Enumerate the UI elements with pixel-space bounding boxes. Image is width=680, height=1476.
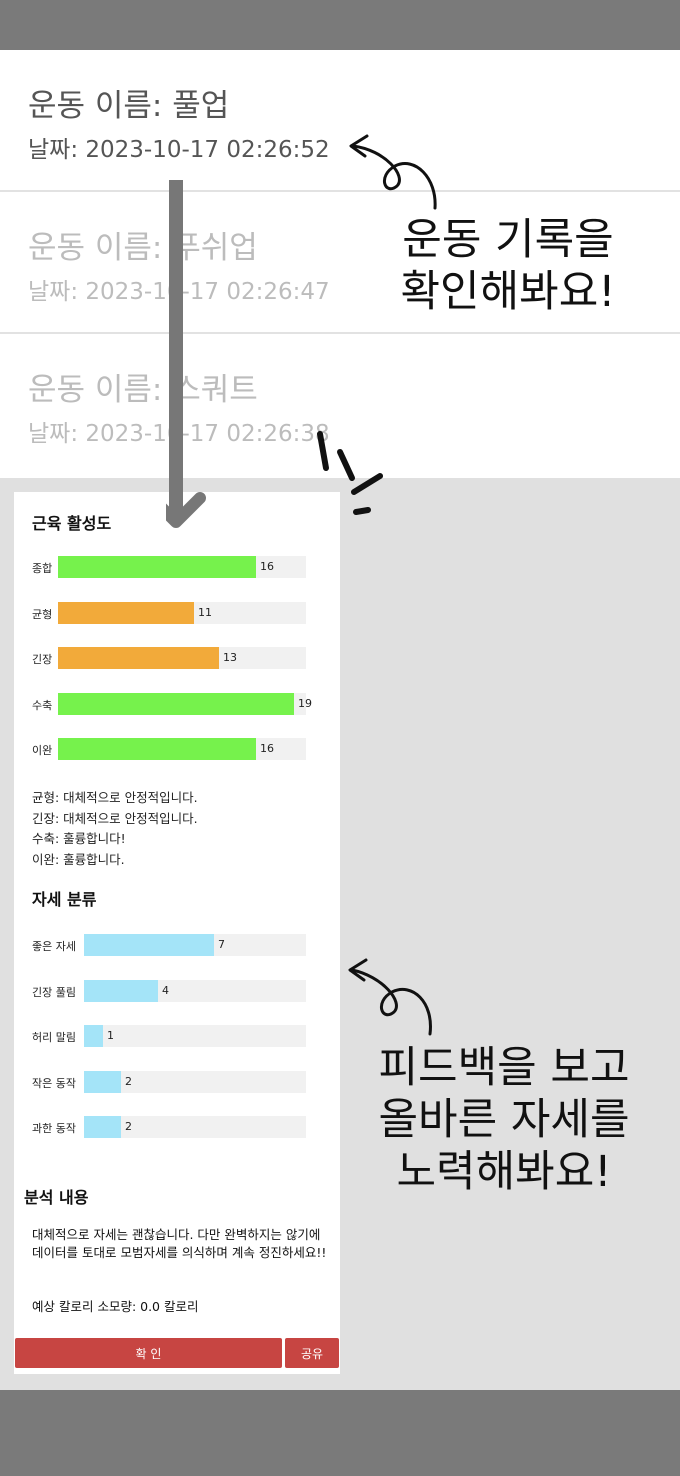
bar-fill	[58, 601, 194, 624]
bar-track	[84, 979, 306, 1002]
muscle-bar-row: 종합 16	[32, 556, 332, 578]
calorie-estimate: 예상 칼로리 소모량: 0.0 칼로리	[32, 1299, 199, 1314]
bar-fill	[84, 979, 158, 1002]
bar-track	[58, 601, 306, 624]
bar-value: 2	[125, 1074, 132, 1088]
bar-label: 균형	[32, 607, 53, 621]
bar-fill	[84, 1070, 121, 1093]
bar-fill	[84, 1116, 121, 1138]
analysis-title: 분석 내용	[24, 1188, 89, 1207]
bar-label: 허리 말림	[32, 1031, 76, 1044]
posture-bar-row: 허리 말림 1	[32, 1025, 332, 1047]
muscle-bar-row: 균형 11	[32, 601, 332, 624]
bar-fill	[58, 738, 256, 760]
bar-value: 13	[223, 651, 237, 664]
bar-label: 과한 동작	[32, 1122, 76, 1135]
bar-fill	[84, 934, 214, 956]
bar-track	[84, 1116, 306, 1138]
muscle-activation-title: 근육 활성도	[32, 514, 112, 533]
bar-value: 16	[260, 742, 274, 755]
emphasis-marks-icon	[317, 431, 383, 515]
muscle-feedback-text: 균형: 대체적으로 안정적입니다. 긴장: 대체적으로 안정적입니다. 수축: …	[32, 788, 198, 870]
bar-fill	[58, 692, 294, 715]
feedback-line: 수축: 훌륭합니다!	[32, 831, 126, 846]
top-status-bar	[0, 0, 680, 50]
bar-label: 수축	[32, 698, 53, 712]
bar-value: 16	[260, 560, 274, 573]
feedback-line: 이완: 훌륭합니다.	[32, 851, 125, 867]
bar-value: 19	[298, 696, 312, 710]
bar-value: 7	[218, 938, 225, 951]
bar-fill	[58, 556, 256, 578]
bar-label: 종합	[32, 562, 53, 575]
bar-fill	[58, 647, 219, 669]
bar-value: 2	[125, 1120, 132, 1133]
record-exercise-name: 운동 이름: 풀업	[28, 88, 230, 124]
bar-label: 좋은 자세	[32, 940, 76, 953]
record-item-pullup[interactable]: 운동 이름: 풀업 날짜: 2023-10-17 02:26:52	[0, 50, 680, 192]
confirm-button[interactable]: 확 인	[15, 1338, 282, 1368]
bar-track	[84, 934, 306, 956]
annotation-line: 올바른 자세를	[378, 1095, 630, 1145]
record-date: 날짜: 2023-10-17 02:26:52	[28, 137, 330, 163]
bar-label: 이완	[32, 744, 53, 757]
posture-bar-row: 긴장 풀림 4	[32, 979, 332, 1002]
down-arrow-icon	[166, 180, 206, 528]
curly-arrow-icon	[349, 134, 437, 210]
annotation-line: 노력해봐요!	[396, 1147, 612, 1197]
posture-classification-title: 자세 분류	[32, 890, 97, 909]
curly-arrow-icon	[348, 958, 432, 1036]
bar-label: 긴장 풀림	[32, 985, 76, 999]
muscle-bar-row: 이완 16	[32, 738, 332, 760]
bar-track	[84, 1025, 306, 1047]
bar-fill	[84, 1025, 103, 1047]
bar-value: 1	[107, 1029, 114, 1042]
feedback-line: 균형: 대체적으로 안정적입니다.	[32, 790, 198, 805]
annotation-bottom: 피드백을 보고 올바른 자세를 노력해봐요!	[358, 1042, 650, 1198]
bar-track	[58, 647, 306, 669]
analysis-text: 대체적으로 자세는 괜찮습니다. 다만 완벽하지는 않기에 데이터를 토대로 모…	[32, 1227, 327, 1260]
bar-value: 4	[162, 983, 169, 997]
muscle-bar-row: 긴장 13	[32, 647, 332, 669]
bar-value: 11	[198, 605, 212, 619]
annotation-line: 피드백을 보고	[378, 1043, 630, 1093]
muscle-bar-row: 수축 19	[32, 692, 332, 715]
bottom-bar	[0, 1390, 680, 1476]
bar-label: 긴장	[32, 653, 53, 666]
posture-bar-row: 좋은 자세 7	[32, 934, 332, 956]
feedback-panel: 근육 활성도 종합 16 균형 11 긴장 13 수축 19 이완 16 균형: 대체적으로 안정…	[14, 492, 340, 1374]
annotation-line: 운동 기록을	[402, 215, 614, 265]
bar-label: 작은 동작	[32, 1076, 76, 1090]
share-button[interactable]: 공유	[285, 1338, 339, 1368]
bar-track	[58, 692, 306, 715]
annotation-line: 확인해봐요!	[400, 267, 616, 317]
bar-track	[84, 1070, 306, 1093]
annotation-top: 운동 기록을 확인해봐요!	[376, 214, 640, 318]
feedback-line: 긴장: 대체적으로 안정적입니다.	[32, 810, 198, 826]
posture-bar-row: 과한 동작 2	[32, 1116, 332, 1138]
posture-bar-row: 작은 동작 2	[32, 1070, 332, 1093]
